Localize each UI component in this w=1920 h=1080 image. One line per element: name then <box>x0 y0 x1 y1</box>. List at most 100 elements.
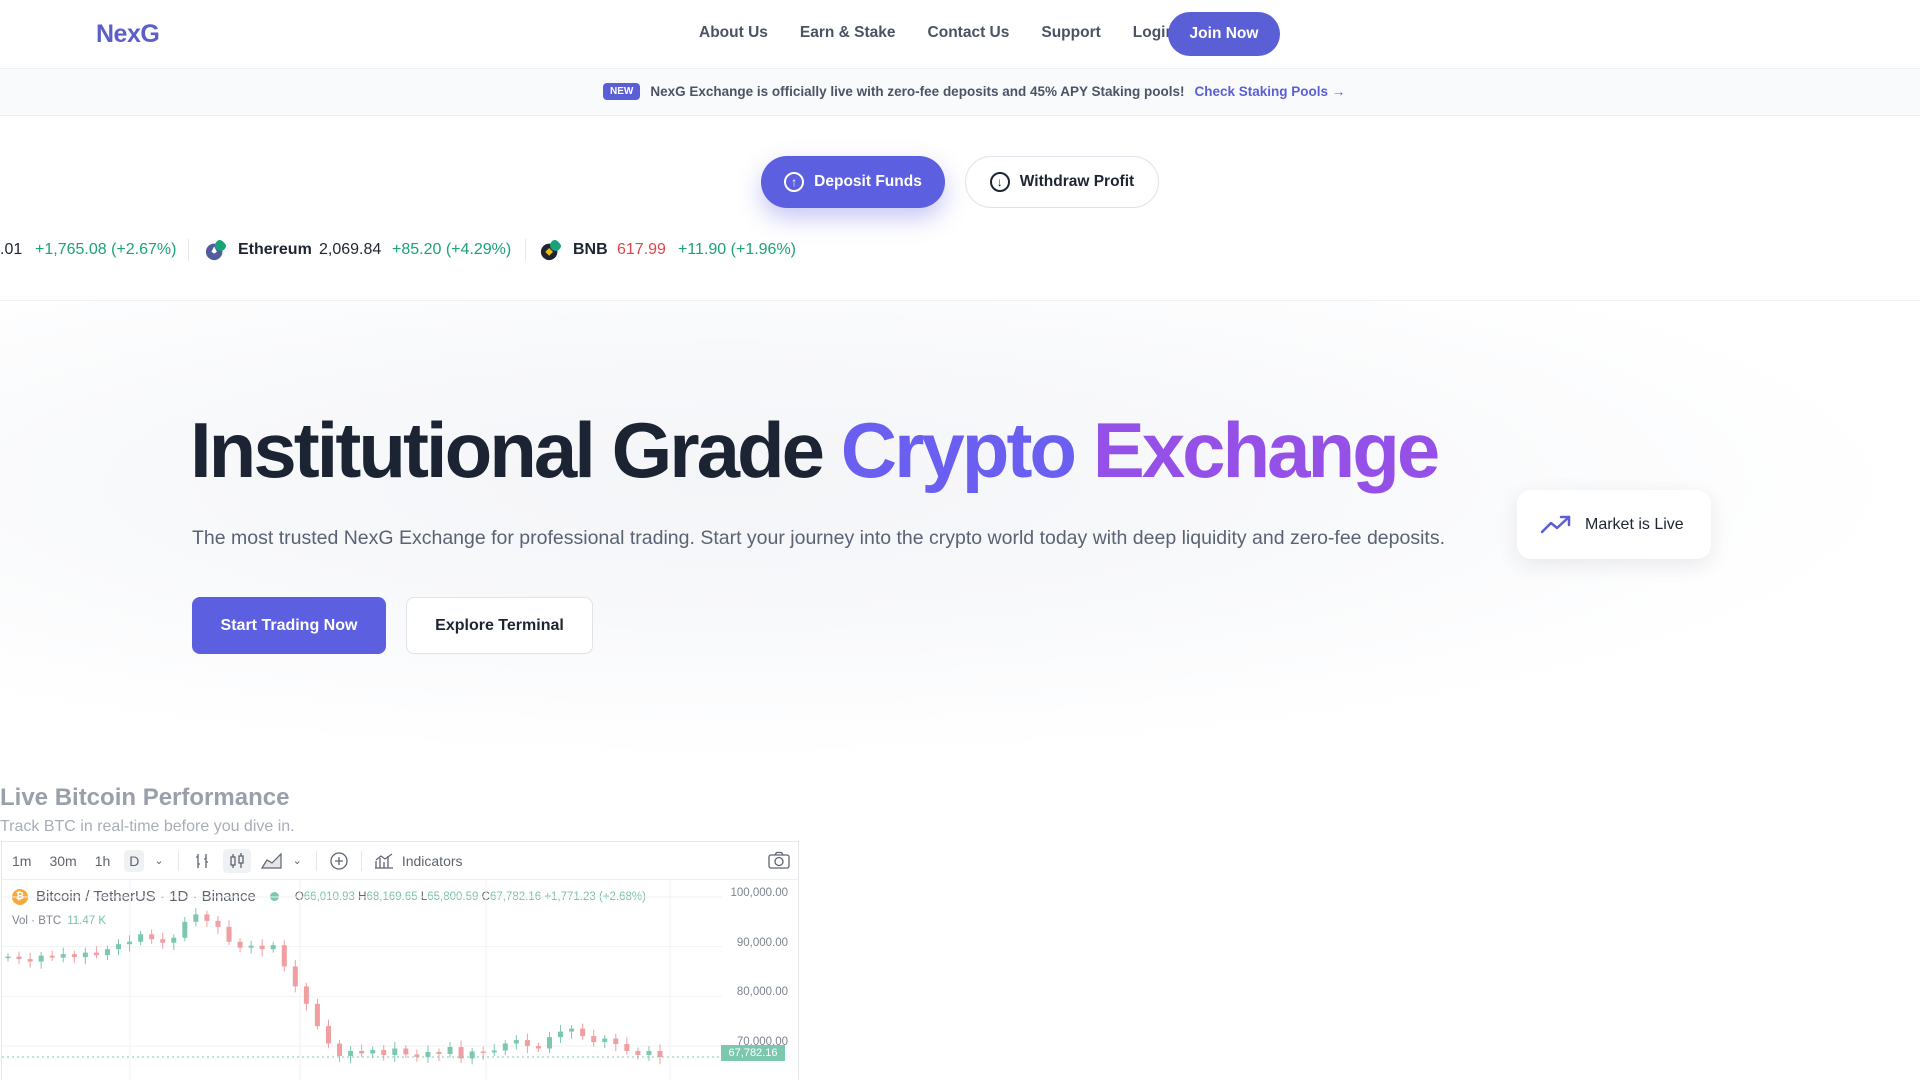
candle <box>370 1049 376 1054</box>
ethereum-icon <box>205 239 227 261</box>
candle <box>160 939 166 943</box>
explore-terminal-button[interactable]: Explore Terminal <box>406 597 593 654</box>
candle <box>27 959 33 962</box>
nav-about-us[interactable]: About Us <box>699 24 768 42</box>
check-staking-pools-link[interactable]: Check Staking Pools → <box>1195 84 1346 99</box>
join-now-button[interactable]: Join Now <box>1168 12 1280 56</box>
interval-30m[interactable]: 30m <box>47 850 78 872</box>
candle <box>381 1049 387 1055</box>
chevron-down-icon[interactable]: ⌄ <box>152 851 165 870</box>
hero-title-main: Institutional Grade <box>190 406 825 494</box>
candlestick-plot[interactable] <box>2 880 799 1080</box>
hero-title-accent: Exchange <box>1092 406 1440 494</box>
candle <box>535 1046 541 1049</box>
candles-icon[interactable] <box>222 848 251 873</box>
candle <box>215 920 221 927</box>
candle <box>646 1050 652 1055</box>
bar-chart-type-icon[interactable] <box>193 852 211 870</box>
last-price-tag: 67,782.16 <box>721 1045 785 1061</box>
deposit-funds-label: Deposit Funds <box>814 173 922 190</box>
arrow-down-circle-icon: ↓ <box>989 172 1010 192</box>
logo[interactable]: NexG <box>96 20 160 49</box>
candle <box>138 934 144 942</box>
hero-subtitle: The most trusted NexG Exchange for profe… <box>192 527 1445 549</box>
withdraw-profit-button[interactable]: ↓ Withdraw Profit <box>965 156 1159 208</box>
nav-support[interactable]: Support <box>1041 24 1100 42</box>
candle <box>116 944 122 950</box>
candle <box>359 1050 365 1054</box>
interval-1h[interactable]: 1h <box>93 850 113 872</box>
nav-contact-us[interactable]: Contact Us <box>928 24 1010 42</box>
candle <box>657 1050 663 1058</box>
candle <box>259 945 265 950</box>
candle <box>524 1040 530 1046</box>
candle <box>204 914 210 921</box>
candle <box>292 966 298 987</box>
y-tick-label: 90,000.00 <box>736 937 788 949</box>
indicators-button[interactable]: Indicators <box>400 850 465 872</box>
candle <box>60 954 66 958</box>
camera-icon[interactable] <box>768 851 790 869</box>
hero-title-accent: Crypto <box>840 406 1077 494</box>
candle <box>16 956 22 960</box>
candle <box>193 914 199 922</box>
candle <box>93 952 99 956</box>
candle <box>613 1038 619 1045</box>
toolbar-divider <box>315 850 317 871</box>
ticker-name: BNB <box>573 241 608 258</box>
indicators-icon[interactable] <box>374 852 394 870</box>
candle <box>591 1036 597 1043</box>
compare-plus-icon[interactable] <box>329 851 349 871</box>
nav-earn-stake[interactable]: Earn & Stake <box>800 24 896 42</box>
candle <box>348 1050 354 1056</box>
candle <box>149 934 155 940</box>
candle <box>635 1050 641 1055</box>
candle <box>425 1051 431 1057</box>
interval-1m[interactable]: 1m <box>10 850 33 872</box>
candle <box>5 956 11 959</box>
announcement-bar: NEW NexG Exchange is officially live wit… <box>0 69 1920 116</box>
deposit-funds-button[interactable]: ↑ Deposit Funds <box>761 156 945 208</box>
chart-section-subtitle: Track BTC in real-time before you dive i… <box>0 818 295 835</box>
toolbar-divider <box>177 850 179 871</box>
candle <box>71 954 77 958</box>
candle <box>580 1028 586 1037</box>
candle <box>480 1051 486 1053</box>
candle <box>314 1003 320 1027</box>
interval-d[interactable]: D <box>124 849 145 872</box>
ticker-divider <box>525 239 526 261</box>
candle <box>270 945 276 950</box>
candle <box>325 1026 331 1044</box>
withdraw-profit-label: Withdraw Profit <box>1019 173 1135 190</box>
y-tick-label: 100,000.00 <box>730 887 788 899</box>
candle <box>303 986 309 1004</box>
candle <box>502 1043 508 1051</box>
candle <box>182 921 188 938</box>
chevron-down-icon[interactable]: ⌄ <box>291 851 304 870</box>
chart-section-title: Live Bitcoin Performance <box>0 784 290 811</box>
candle <box>403 1048 409 1055</box>
ticker-price-partial: .01 <box>0 241 23 258</box>
candle <box>624 1044 630 1051</box>
candle <box>82 952 88 958</box>
candle <box>237 941 243 948</box>
price-ticker: .01 +1,765.08 (+2.67%) Ethereum 2,069.84… <box>0 235 1920 267</box>
candle <box>491 1050 497 1053</box>
candle <box>558 1031 564 1038</box>
market-live-card: Market is Live <box>1517 490 1711 559</box>
candle <box>248 945 254 948</box>
area-chart-icon[interactable] <box>260 852 283 870</box>
start-trading-button[interactable]: Start Trading Now <box>192 597 386 654</box>
toolbar-divider <box>360 850 362 871</box>
candle <box>569 1028 575 1032</box>
ticker-name: Ethereum <box>238 241 312 258</box>
tradingview-chart[interactable]: 1m 30m 1h D ⌄ ⌄ Indicators ₿ Bitcoin / T… <box>1 841 799 1080</box>
main-nav: About Us Earn & Stake Contact Us Support… <box>699 24 1175 42</box>
candle <box>602 1038 608 1043</box>
ticker-change: +11.90 (+1.96%) <box>678 241 797 258</box>
ticker-change: +1,765.08 (+2.67%) <box>35 241 177 258</box>
ticker-divider <box>188 239 189 261</box>
market-live-label: Market is Live <box>1585 515 1684 533</box>
candle <box>513 1040 519 1044</box>
trending-up-icon <box>1541 515 1571 533</box>
